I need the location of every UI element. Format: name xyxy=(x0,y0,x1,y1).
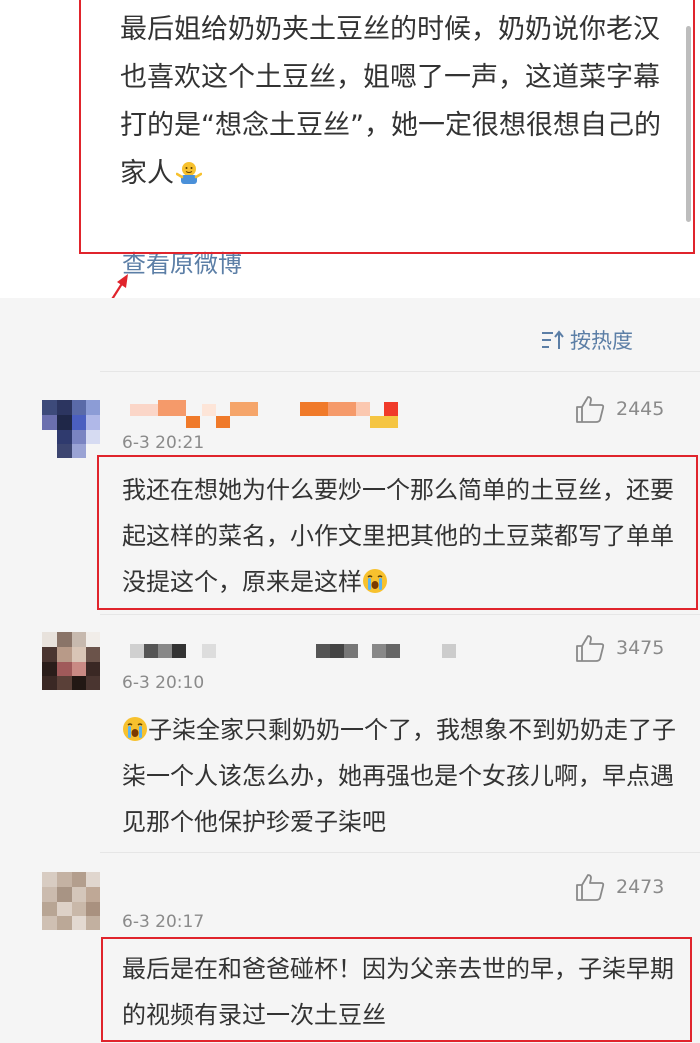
divider xyxy=(100,371,700,372)
avatar[interactable] xyxy=(42,872,100,930)
comment-text: 子柒全家只剩奶奶一个了，我想象不到奶奶走了子柒一个人该怎么办，她再强也是个女孩儿… xyxy=(122,707,682,845)
divider xyxy=(100,614,700,615)
crying-emoji-icon xyxy=(122,716,148,742)
comment-time: 6-3 20:21 xyxy=(122,433,205,453)
comment-time: 6-3 20:10 xyxy=(122,673,205,693)
thumbs-up-icon xyxy=(574,394,606,424)
username-blurred[interactable] xyxy=(130,640,460,668)
sort-label: 按热度 xyxy=(570,329,633,353)
thumbs-up-icon xyxy=(574,872,606,902)
thumbs-up-icon xyxy=(574,633,606,663)
sort-by-hot-button[interactable]: 按热度 xyxy=(540,325,633,355)
like-count: 2473 xyxy=(616,876,665,898)
comment-highlight-box xyxy=(97,455,698,610)
avatar[interactable] xyxy=(42,400,100,458)
username-blurred[interactable] xyxy=(130,400,405,428)
avatar[interactable] xyxy=(42,632,100,690)
like-button[interactable]: 2445 xyxy=(574,394,664,424)
like-count: 2445 xyxy=(616,398,665,420)
like-count: 3475 xyxy=(616,637,665,659)
like-button[interactable]: 2473 xyxy=(574,872,664,902)
divider xyxy=(100,852,700,853)
comment-highlight-box xyxy=(101,937,692,1042)
like-button[interactable]: 3475 xyxy=(574,633,664,663)
post-highlight-box xyxy=(79,0,695,254)
sort-icon xyxy=(540,329,566,351)
comment-time: 6-3 20:17 xyxy=(122,912,205,932)
comment-text-content: 子柒全家只剩奶奶一个了，我想象不到奶奶走了子柒一个人该怎么办，她再强也是个女孩儿… xyxy=(122,716,676,836)
